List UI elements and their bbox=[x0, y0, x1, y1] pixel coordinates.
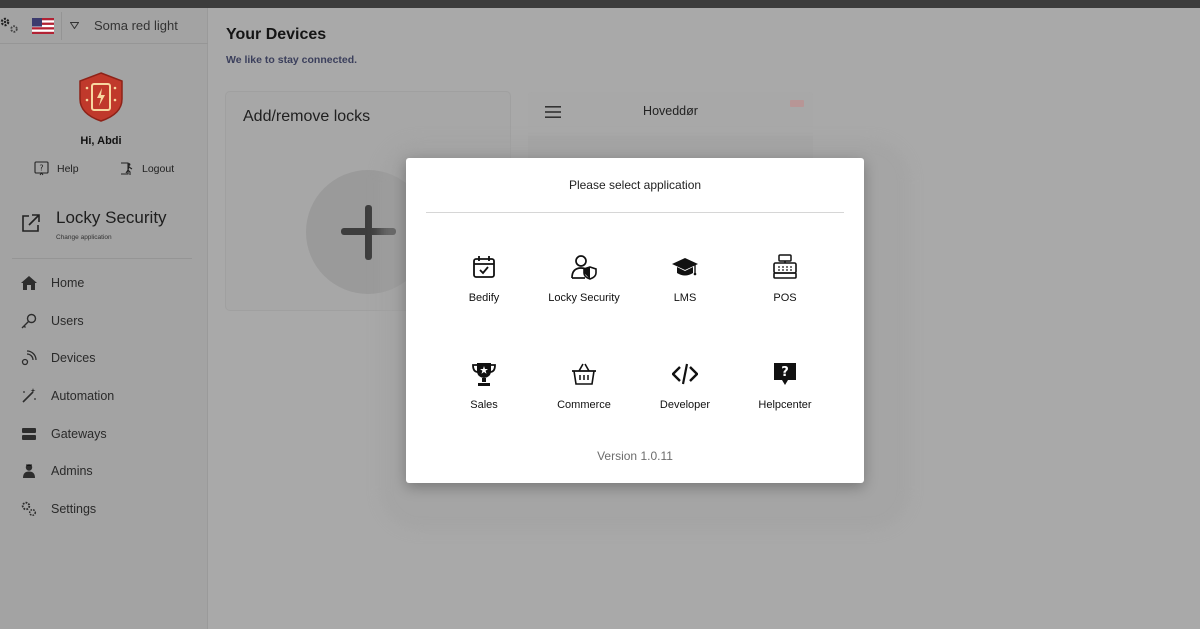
store-selector[interactable]: Soma red light bbox=[94, 18, 178, 33]
sidebar-item-label: Gateways bbox=[51, 427, 107, 441]
gear-icon[interactable] bbox=[0, 16, 22, 36]
gears-icon bbox=[21, 501, 37, 517]
us-flag-icon[interactable] bbox=[32, 18, 54, 34]
app-label: Developer bbox=[659, 399, 711, 411]
header-divider bbox=[61, 12, 62, 40]
app-label: Commerce bbox=[557, 399, 611, 411]
graduation-cap-icon bbox=[672, 258, 698, 276]
select-application-modal: Please select application Bedify Locky S… bbox=[406, 158, 864, 483]
page-subtitle: We like to stay connected. bbox=[226, 54, 358, 66]
app-label: Helpcenter bbox=[758, 399, 812, 411]
sidebar: Soma red light Hi, Abdi ? Help Logout Lo… bbox=[0, 8, 208, 629]
status-badge bbox=[790, 100, 804, 107]
calendar-check-icon bbox=[473, 256, 495, 278]
user-shield-icon bbox=[571, 255, 597, 280]
logout-label: Logout bbox=[142, 162, 175, 175]
trophy-icon bbox=[472, 363, 496, 386]
key-icon bbox=[21, 313, 37, 329]
sidebar-item-settings[interactable]: Settings bbox=[20, 498, 96, 520]
sidebar-divider bbox=[12, 258, 192, 259]
app-label: LMS bbox=[673, 292, 697, 304]
sidebar-item-users[interactable]: Users bbox=[20, 310, 84, 332]
admin-icon bbox=[23, 464, 35, 478]
signal-icon bbox=[21, 350, 37, 366]
locky-shield-logo bbox=[79, 72, 123, 122]
app-label: POS bbox=[773, 292, 797, 304]
logout-button[interactable]: Logout bbox=[119, 161, 174, 176]
sidebar-item-label: Settings bbox=[51, 502, 97, 516]
sidebar-item-label: Home bbox=[51, 276, 85, 290]
current-app-name: Locky Security bbox=[56, 208, 167, 227]
device-name: Hoveddør bbox=[643, 104, 698, 118]
app-label: Bedify bbox=[468, 292, 500, 304]
sidebar-header: Soma red light bbox=[0, 8, 208, 44]
sidebar-item-label: Admins bbox=[51, 464, 93, 478]
app-tile-lms[interactable]: LMS bbox=[640, 254, 730, 308]
logout-icon bbox=[121, 162, 133, 175]
sidebar-item-automation[interactable]: Automation bbox=[20, 385, 114, 407]
app-tile-developer[interactable]: Developer bbox=[640, 361, 730, 415]
app-tile-helpcenter[interactable]: ? Helpcenter bbox=[740, 361, 830, 415]
help-button[interactable]: ? Help bbox=[34, 161, 79, 176]
svg-text:?: ? bbox=[781, 365, 789, 380]
app-label: Locky Security bbox=[548, 292, 620, 304]
window-top-bar bbox=[0, 0, 1200, 8]
change-application-button[interactable]: Locky Security Change application bbox=[20, 208, 195, 248]
svg-text:?: ? bbox=[39, 164, 43, 173]
sidebar-item-label: Automation bbox=[51, 389, 115, 403]
cash-register-icon bbox=[773, 254, 797, 279]
app-tile-commerce[interactable]: Commerce bbox=[539, 361, 629, 415]
sidebar-item-label: Devices bbox=[51, 351, 96, 365]
help-icon: ? bbox=[34, 161, 49, 176]
sidebar-item-admins[interactable]: Admins bbox=[20, 460, 93, 482]
app-tile-locky-security[interactable]: Locky Security bbox=[539, 254, 629, 308]
sidebar-item-gateways[interactable]: Gateways bbox=[20, 423, 107, 445]
shopping-basket-icon bbox=[572, 363, 596, 385]
sidebar-item-label: Users bbox=[51, 314, 84, 328]
modal-title: Please select application bbox=[568, 178, 702, 192]
home-icon bbox=[21, 276, 37, 290]
sidebar-item-home[interactable]: Home bbox=[20, 272, 84, 294]
chevron-down-icon[interactable] bbox=[70, 22, 79, 29]
app-tile-sales[interactable]: Sales bbox=[439, 361, 529, 415]
help-label: Help bbox=[57, 162, 79, 175]
app-tile-pos[interactable]: POS bbox=[740, 254, 830, 308]
device-card-header: Hoveddør bbox=[528, 92, 813, 136]
question-bubble-icon: ? bbox=[774, 363, 796, 385]
change-application-label: Change application bbox=[56, 234, 112, 241]
sidebar-item-devices[interactable]: Devices bbox=[20, 347, 95, 369]
user-greeting: Hi, Abdi bbox=[80, 135, 122, 147]
card-title: Add/remove locks bbox=[243, 108, 371, 125]
server-icon bbox=[22, 428, 36, 440]
code-icon bbox=[672, 363, 698, 385]
magic-wand-icon bbox=[22, 388, 36, 403]
modal-divider bbox=[426, 212, 844, 213]
external-link-icon bbox=[22, 214, 40, 232]
app-tile-bedify[interactable]: Bedify bbox=[439, 254, 529, 308]
app-label: Sales bbox=[470, 399, 498, 411]
page-title: Your Devices bbox=[226, 26, 327, 43]
version-label: Version 1.0.11 bbox=[597, 449, 673, 463]
